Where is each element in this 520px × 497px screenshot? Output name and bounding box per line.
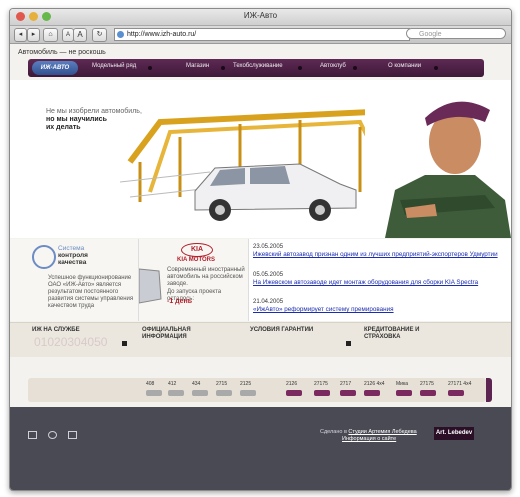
kia-countdown: -1 день (167, 298, 193, 305)
timeline-car-icon (146, 390, 162, 396)
search-placeholder: Google (419, 31, 442, 38)
nav-dot-icon (353, 66, 357, 70)
timeline-label[interactable]: 27171 4x4 (448, 381, 471, 387)
nav-dot-icon (298, 66, 302, 70)
timeline-car-icon (340, 390, 356, 396)
section-official-info[interactable]: ОФИЦИАЛЬНАЯ ИНФОРМАЦИЯ (142, 327, 200, 341)
search-field[interactable]: Google (406, 28, 506, 39)
timeline-car-icon (168, 390, 184, 396)
nav-item-autoclub[interactable]: Автоклуб (320, 63, 346, 69)
quality-seal-icon (32, 245, 56, 269)
timeline-label[interactable]: 408 (146, 381, 154, 387)
quality-block[interactable]: Система контроля качества Успешное функц… (10, 239, 138, 321)
nav-item-about[interactable]: О компании (388, 63, 421, 69)
news-list: 23.05.2005 Ижевский автозавод признан од… (248, 239, 511, 321)
studio-badge[interactable]: Art. Lebedev (434, 427, 474, 440)
page-viewport: Автомобиль — не роскошь ИЖ-АВТО Модельны… (10, 44, 511, 490)
worker-photo (365, 80, 511, 238)
site-slogan: Автомобиль — не роскошь (18, 49, 106, 56)
timeline-label[interactable]: 2126 4x4 (364, 381, 385, 387)
timeline-car-icon (396, 390, 412, 396)
quality-title-1: Система (58, 245, 85, 252)
nav-item-models[interactable]: Модельный ряд (92, 63, 136, 69)
timeline-label[interactable]: 2126 (286, 381, 297, 387)
kia-logo: KIA (181, 243, 213, 257)
forward-button[interactable]: ▸ (27, 28, 40, 42)
news-date-2: 05.05.2005 (253, 272, 284, 278)
credit-prefix: Сделано в (320, 429, 349, 435)
timeline-car-icon (448, 390, 464, 396)
browser-window: ИЖ-Авто ◂ ▸ ⌂ A A ↻ http://www.izh-auto.… (9, 8, 512, 491)
address-bar[interactable]: http://www.izh-auto.ru/ (114, 28, 410, 41)
arrow-icon (122, 341, 127, 346)
search-icon[interactable] (48, 431, 57, 439)
site-info-link[interactable]: Информация о сайте (342, 436, 396, 442)
timeline-car-icon (420, 390, 436, 396)
timeline-label[interactable]: 2715 (216, 381, 227, 387)
timeline-end-bar (486, 378, 492, 402)
nav-dot-icon (434, 66, 438, 70)
news-link-1[interactable]: Ижевский автозавод признан одним из лучш… (253, 251, 498, 258)
news-link-3[interactable]: «ИжАвто» реформирует систему премировани… (253, 306, 394, 313)
hero-line-3: их делать (46, 124, 81, 131)
timeline-label[interactable]: 2125 (240, 381, 251, 387)
timeline-car-icon (192, 390, 208, 396)
timeline-label[interactable]: 434 (192, 381, 200, 387)
kia-brand: KIA MOTORS (177, 257, 216, 263)
reload-button[interactable]: ↻ (92, 28, 107, 42)
sections-strip: ИЖ НА СЛУЖБЕ 01020304050 ОФИЦИАЛЬНАЯ ИНФ… (10, 322, 511, 358)
kia-block[interactable]: KIA KIA MOTORS Современный иностранный а… (138, 239, 249, 321)
car-image (194, 163, 357, 221)
news-date-1: 23.05.2005 (253, 244, 284, 250)
studio-link[interactable]: Студии Артемия Лебедева (348, 429, 416, 435)
kia-car-image (139, 268, 162, 304)
timeline-car-icon (364, 390, 380, 396)
hero-banner: Не мы изобрели автомобиль, но мы научили… (10, 80, 511, 238)
timeline-label[interactable]: 412 (168, 381, 176, 387)
timeline-car-icon (314, 390, 330, 396)
footer-credit: Сделано в Студии Артемия Лебедева Информ… (320, 429, 417, 443)
news-link-2[interactable]: На Ижевском автозаводе идет монтаж обору… (253, 279, 478, 286)
title-bar: ИЖ-Авто (10, 9, 511, 26)
quality-title-2: контроля (58, 252, 88, 259)
nav-dot-icon (148, 66, 152, 70)
timeline-car-icon (286, 390, 302, 396)
address-text: http://www.izh-auto.ru/ (127, 31, 197, 38)
text-bigger-button[interactable]: A (73, 28, 87, 42)
section-izh-service-numbers: 01020304050 (34, 335, 108, 349)
info-row: Система контроля качества Успешное функц… (10, 239, 511, 321)
main-nav: ИЖ-АВТО Модельный ряд Магазин Техобслужи… (28, 59, 484, 77)
nav-dot-icon (221, 66, 225, 70)
site-icon (117, 31, 124, 38)
section-warranty[interactable]: УСЛОВИЯ ГАРАНТИИ (250, 327, 313, 334)
home-button[interactable]: ⌂ (43, 28, 58, 42)
quality-text: Успешное функционирование ОАО «ИЖ-Авто» … (48, 275, 134, 309)
kia-text: Современный иностранный автомобиль на ро… (167, 267, 245, 287)
site-logo[interactable]: ИЖ-АВТО (32, 61, 78, 75)
window-title: ИЖ-Авто (243, 11, 278, 20)
mail-icon[interactable] (68, 431, 77, 439)
quality-title-3: качества (58, 259, 87, 266)
browser-toolbar: ◂ ▸ ⌂ A A ↻ http://www.izh-auto.ru/ Goog… (10, 26, 511, 44)
timeline-label[interactable]: 27175 (420, 381, 434, 387)
timeline-label[interactable]: 2717 (340, 381, 351, 387)
model-timeline: 408 412 434 2715 2125 2126 27175 2717 21… (28, 378, 492, 402)
spacer (10, 357, 511, 375)
timeline-label[interactable]: 27175 (314, 381, 328, 387)
section-izh-service[interactable]: ИЖ НА СЛУЖБЕ (32, 327, 80, 334)
nav-item-service[interactable]: Техобслуживание (233, 63, 283, 69)
home-icon[interactable] (28, 431, 37, 439)
site-footer: Сделано в Студии Артемия Лебедева Информ… (10, 407, 511, 490)
section-credit-insurance[interactable]: КРЕДИТОВАНИЕ И СТРАХОВКА (364, 327, 424, 341)
arrow-icon (346, 341, 351, 346)
back-button[interactable]: ◂ (14, 28, 27, 42)
news-date-3: 21.04.2005 (253, 299, 284, 305)
timeline-car-icon (240, 390, 256, 396)
hero-line-2: но мы научились (46, 116, 107, 123)
timeline-car-icon (216, 390, 232, 396)
nav-item-shop[interactable]: Магазин (186, 63, 209, 69)
timeline-label[interactable]: Мика (396, 381, 408, 387)
